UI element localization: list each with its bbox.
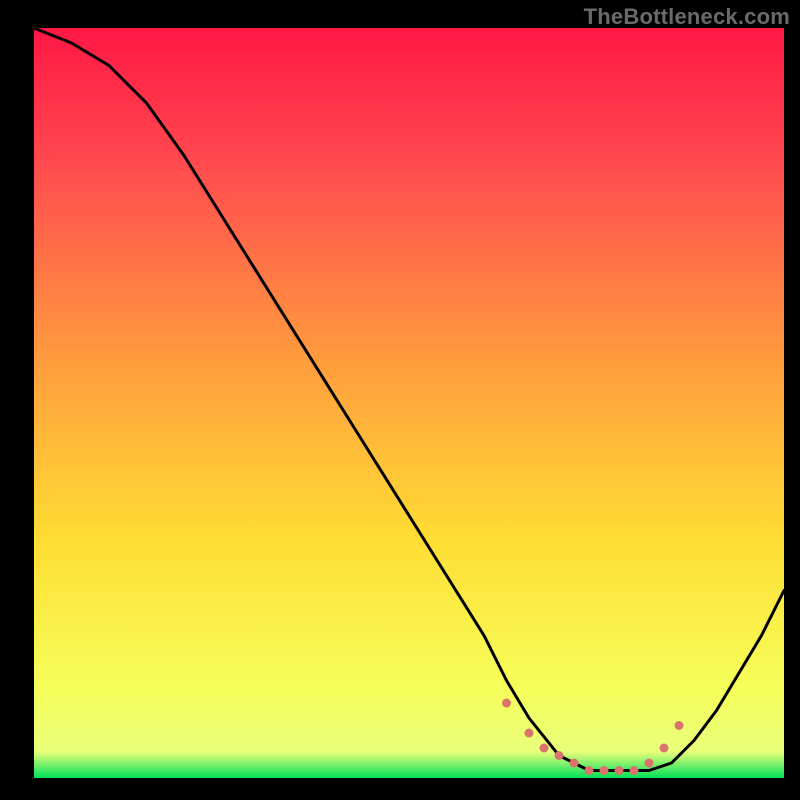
highlight-dot (502, 699, 511, 708)
highlight-dot (585, 766, 594, 775)
highlight-dot (600, 766, 609, 775)
watermark-text: TheBottleneck.com (584, 4, 790, 30)
highlight-dot (675, 721, 684, 730)
highlight-dot (540, 744, 549, 753)
highlight-dot (555, 751, 564, 760)
highlight-dot (525, 729, 534, 738)
plot-background (34, 28, 784, 778)
highlight-dot (645, 759, 654, 768)
highlight-dot (630, 766, 639, 775)
chart-container: TheBottleneck.com (0, 0, 800, 800)
highlight-dot (615, 766, 624, 775)
bottleneck-chart (0, 0, 800, 800)
highlight-dot (660, 744, 669, 753)
highlight-dot (570, 759, 579, 768)
